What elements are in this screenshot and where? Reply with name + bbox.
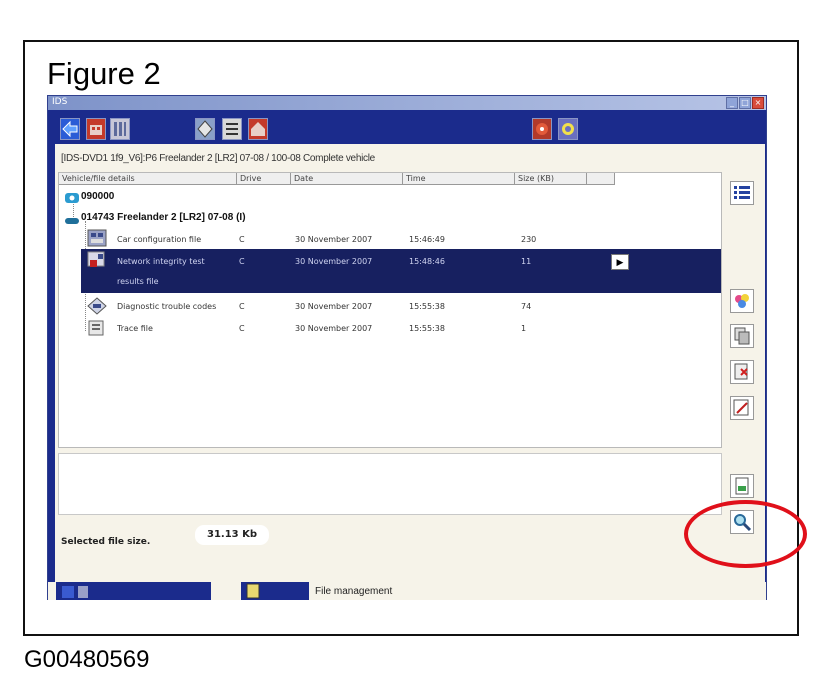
save-file-button[interactable]: [730, 474, 754, 498]
file-time: 15:55:38: [409, 302, 445, 311]
copy-file-button[interactable]: [730, 324, 754, 348]
status-bar: File management: [48, 582, 766, 600]
status-label: File management: [315, 586, 393, 597]
tools-icon[interactable]: [110, 118, 130, 140]
column-header-size[interactable]: Size (KB): [515, 173, 587, 185]
copy-icon: [734, 327, 750, 345]
network-node-icon: [65, 191, 79, 203]
file-size: 74: [521, 302, 532, 311]
file-drive: C: [239, 235, 245, 244]
file-size: 11: [521, 257, 532, 266]
file-name[interactable]: Diagnostic trouble codes: [117, 302, 216, 311]
window-controls: _ □ ×: [726, 97, 764, 109]
file-name[interactable]: Trace file: [117, 324, 153, 333]
file-management-tab[interactable]: [241, 582, 309, 600]
delete-file-icon: [734, 363, 748, 380]
column-header-details[interactable]: Vehicle/file details: [59, 173, 237, 185]
file-time: 15:55:38: [409, 324, 445, 333]
highlight-circle: [684, 500, 807, 568]
file-name-continued: results file: [117, 277, 159, 286]
file-size: 230: [521, 235, 537, 244]
trouble-codes-icon: [87, 297, 107, 315]
main-toolbar: [48, 110, 766, 144]
garage-icon[interactable]: [248, 118, 268, 140]
list-icon[interactable]: [222, 118, 242, 140]
file-time: 15:46:49: [409, 235, 445, 244]
home-tab-icon: [62, 586, 88, 598]
file-list[interactable]: Vehicle/file details Drive Date Time Siz…: [58, 172, 722, 448]
file-management-icon: [246, 583, 260, 599]
window-title: IDS: [52, 97, 68, 107]
car-config-icon: [87, 229, 107, 247]
open-file-arrow-button[interactable]: ▶: [611, 254, 629, 270]
edit-icon: [733, 399, 749, 416]
diagnostics-icon[interactable]: [195, 118, 215, 140]
tree-vehicle-node[interactable]: 014743 Freelander 2 [LR2] 07-08 (I): [81, 212, 246, 223]
home-tab[interactable]: [56, 582, 211, 600]
column-header-time[interactable]: Time: [403, 173, 515, 185]
file-drive: C: [239, 324, 245, 333]
trace-file-icon: [87, 319, 107, 337]
vehicle-description: [IDS-DVD1 1f9_V6]:P6 Freelander 2 [LR2] …: [61, 153, 375, 164]
selected-file-size-label: Selected file size.: [61, 537, 151, 547]
file-date: 30 November 2007: [295, 235, 373, 244]
list-view-button[interactable]: [730, 181, 754, 205]
back-arrow-icon[interactable]: [60, 118, 80, 140]
file-date: 30 November 2007: [295, 324, 373, 333]
selected-file-size-value: 31.13 Kb: [195, 525, 269, 545]
file-name[interactable]: Network integrity test: [117, 257, 205, 266]
connect-icon[interactable]: [532, 118, 552, 140]
file-drive: C: [239, 257, 245, 266]
table-row-selected[interactable]: Network integrity test results file C 30…: [81, 249, 721, 293]
file-date: 30 November 2007: [295, 302, 373, 311]
vehicle-icon[interactable]: [86, 118, 106, 140]
vehicle-node-icon: [65, 213, 79, 224]
file-date: 30 November 2007: [295, 257, 373, 266]
ids-window: IDS _ □ × [IDS-DVD1 1f9_V6]:P6 Freelande…: [47, 95, 767, 600]
tree-root-node[interactable]: 090000: [81, 191, 114, 202]
file-drive: C: [239, 302, 245, 311]
file-name[interactable]: Car configuration file: [117, 235, 201, 244]
maximize-button[interactable]: □: [739, 97, 751, 109]
color-palette-button[interactable]: [730, 289, 754, 313]
file-description-box: [58, 453, 722, 515]
minimize-button[interactable]: _: [726, 97, 738, 109]
file-time: 15:48:46: [409, 257, 445, 266]
list-view-icon: [734, 186, 750, 199]
figure-title: Figure 2: [47, 56, 161, 91]
edit-file-button[interactable]: [730, 396, 754, 420]
file-management-panel: [IDS-DVD1 1f9_V6]:P6 Freelander 2 [LR2] …: [55, 144, 765, 582]
file-size: 1: [521, 324, 527, 333]
column-header-spare: [587, 173, 615, 185]
document-icon: [735, 477, 749, 495]
column-header-drive[interactable]: Drive: [237, 173, 291, 185]
title-bar: IDS _ □ ×: [48, 96, 766, 110]
column-header-date[interactable]: Date: [291, 173, 403, 185]
palette-icon: [735, 294, 749, 308]
figure-code: G00480569: [24, 646, 150, 673]
settings-icon[interactable]: [558, 118, 578, 140]
delete-file-button[interactable]: [730, 360, 754, 384]
close-button[interactable]: ×: [752, 97, 764, 109]
network-test-icon: [87, 251, 107, 269]
